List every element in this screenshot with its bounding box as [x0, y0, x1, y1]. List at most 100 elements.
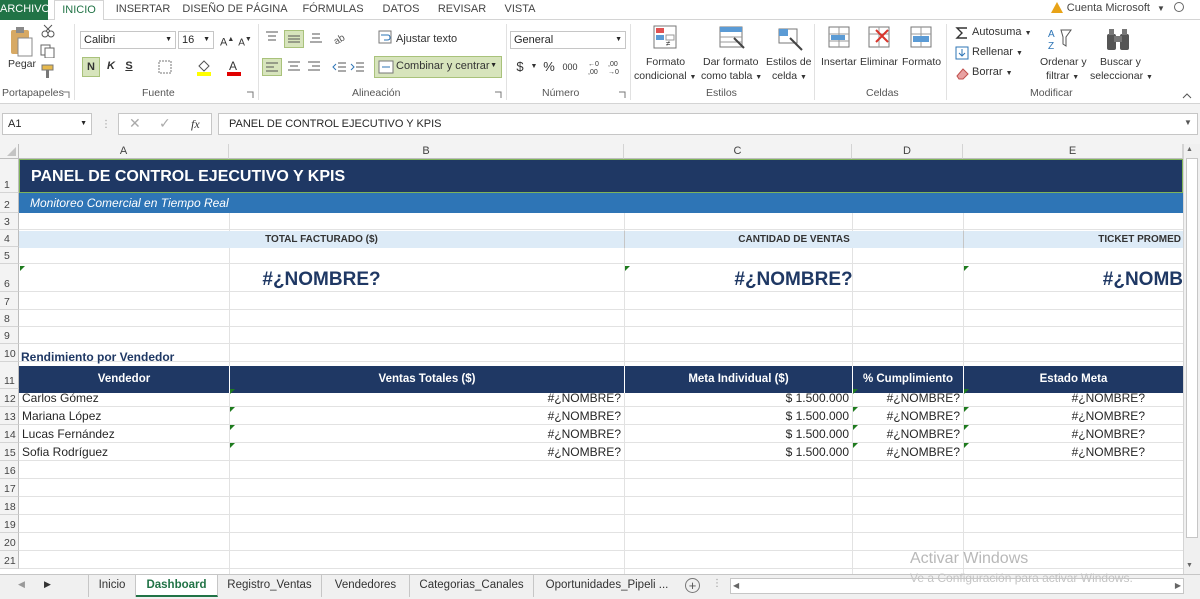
column-header-c[interactable]: C — [624, 144, 852, 159]
sort-filter-icon[interactable]: AZ — [1046, 26, 1074, 57]
table-cell-cumplimiento[interactable]: #¿NOMBRE? — [852, 407, 963, 425]
table-cell-ventas[interactable]: #¿NOMBRE? — [229, 425, 624, 443]
increase-decimal-icon[interactable]: ←0,00 — [588, 58, 604, 79]
tab-vista[interactable]: VISTA — [498, 0, 542, 20]
sheet-prev-icon[interactable]: ◀ — [18, 579, 25, 590]
row-header[interactable]: 9 — [0, 327, 19, 344]
delete-cells-button[interactable]: Eliminar — [860, 56, 898, 68]
clear-button[interactable]: Borrar ▼ — [972, 66, 1013, 78]
table-cell-cumplimiento[interactable]: #¿NOMBRE? — [852, 389, 963, 407]
expand-formula-icon[interactable]: ▼ — [1184, 118, 1192, 127]
orientation-icon[interactable]: ab — [332, 30, 354, 47]
insert-cells-button[interactable]: Insertar — [821, 56, 857, 68]
vertical-scrollbar[interactable]: ▲ ▼ — [1183, 144, 1200, 574]
sheet-title[interactable]: PANEL DE CONTROL EJECUTIVO Y KPIS — [19, 159, 1183, 193]
row-header[interactable]: 4 — [0, 230, 19, 247]
row-header[interactable]: 5 — [0, 247, 19, 264]
copy-icon[interactable] — [40, 44, 56, 61]
insert-function-icon[interactable]: fx — [191, 117, 200, 132]
table-cell-meta[interactable]: $ 1.500.000 — [624, 407, 852, 425]
tab-insertar[interactable]: INSERTAR — [112, 0, 174, 20]
sheet-subtitle[interactable]: Monitoreo Comercial en Tiempo Real — [19, 193, 1183, 213]
row-header[interactable]: 19 — [0, 515, 19, 533]
column-header-d[interactable]: D — [852, 144, 963, 159]
kpi-label-total[interactable]: TOTAL FACTURADO ($) — [19, 231, 624, 248]
tab-formulas[interactable]: FÓRMULAS — [298, 0, 368, 20]
font-color-icon[interactable]: A — [226, 58, 242, 79]
collapse-ribbon-icon[interactable] — [1182, 90, 1192, 102]
kpi-value-total[interactable]: #¿NOMBRE? — [19, 266, 624, 294]
percent-button[interactable]: % — [543, 58, 555, 76]
column-header-b[interactable]: B — [229, 144, 624, 159]
dialog-launcher-icon[interactable] — [618, 90, 626, 102]
table-cell-ventas[interactable]: #¿NOMBRE? — [229, 407, 624, 425]
format-painter-icon[interactable] — [40, 64, 56, 81]
decrease-font-size-button[interactable]: A▼ — [238, 31, 252, 52]
fill-color-icon[interactable] — [196, 58, 212, 79]
kpi-label-count[interactable]: CANTIDAD DE VENTAS — [624, 231, 963, 248]
sheet-tab-dashboard[interactable]: Dashboard — [136, 575, 218, 597]
align-center-icon[interactable] — [286, 60, 302, 77]
currency-button[interactable]: $ — [514, 58, 526, 76]
autosum-icon[interactable] — [955, 26, 969, 43]
wrap-text-button[interactable]: Ajustar texto — [396, 33, 457, 45]
clear-icon[interactable] — [955, 66, 969, 83]
format-cells-icon[interactable] — [908, 24, 936, 55]
increase-font-size-button[interactable]: A▲ — [220, 31, 234, 52]
sheet-tab-oportunidades[interactable]: Oportunidades_Pipeli ... — [534, 575, 680, 597]
table-cell-meta[interactable]: $ 1.500.000 — [624, 425, 852, 443]
cut-icon[interactable] — [40, 24, 56, 41]
table-cell-ventas[interactable]: #¿NOMBRE? — [229, 389, 624, 407]
scroll-thumb[interactable] — [1186, 158, 1198, 538]
row-header[interactable]: 6 — [0, 264, 19, 292]
binoculars-icon[interactable] — [1104, 26, 1132, 57]
paste-icon[interactable] — [8, 26, 34, 58]
font-name-select[interactable]: Calibri ▼ — [80, 31, 176, 49]
font-size-select[interactable]: 16 ▼ — [178, 31, 214, 49]
table-cell-vendedor[interactable]: Lucas Fernández — [19, 425, 229, 443]
table-cell-ventas[interactable]: #¿NOMBRE? — [229, 443, 624, 461]
paste-button[interactable]: Pegar — [8, 58, 36, 70]
tab-inicio[interactable]: INICIO — [54, 0, 104, 21]
drag-handle-icon[interactable]: ⋮ — [101, 119, 111, 130]
align-top-icon[interactable] — [264, 30, 280, 47]
decrease-decimal-icon[interactable]: ,00 →0 — [608, 58, 624, 79]
format-cells-button[interactable]: Formato — [902, 56, 941, 68]
section-title[interactable]: Rendimiento por Vendedor — [21, 348, 321, 366]
align-right-icon[interactable] — [306, 60, 322, 77]
sheet-tab-inicio[interactable]: Inicio — [88, 575, 136, 597]
cell-styles-icon[interactable] — [776, 24, 804, 55]
dialog-launcher-icon[interactable] — [246, 90, 254, 102]
merge-center-button[interactable]: Combinar y centrar ▼ — [374, 56, 502, 78]
column-header-e[interactable]: E — [963, 144, 1183, 159]
fill-icon[interactable] — [955, 46, 969, 63]
dialog-launcher-icon[interactable] — [494, 90, 502, 102]
row-header[interactable]: 12 — [0, 389, 19, 407]
row-header[interactable]: 16 — [0, 461, 19, 479]
tab-revisar[interactable]: REVISAR — [434, 0, 490, 20]
wrap-text-icon[interactable] — [378, 30, 394, 47]
indent-increase-icon[interactable] — [350, 60, 366, 77]
row-header[interactable]: 20 — [0, 533, 19, 551]
sort-filter-button[interactable]: Ordenar y — [1040, 56, 1087, 68]
format-as-table-icon[interactable] — [718, 24, 746, 55]
row-header[interactable]: 15 — [0, 443, 19, 461]
conditional-format-button[interactable]: Formato — [646, 56, 685, 68]
format-as-table-button[interactable]: Dar formato — [703, 56, 758, 68]
row-header[interactable]: 11 — [0, 362, 19, 389]
row-header[interactable]: 17 — [0, 479, 19, 497]
name-box[interactable]: A1 ▼ — [2, 113, 92, 135]
thousands-button[interactable]: 000 — [560, 58, 580, 76]
table-cell-estado[interactable]: #¿NOMBRE? — [963, 389, 1183, 407]
tab-archivo[interactable]: ARCHIVO — [0, 0, 50, 20]
align-left-icon[interactable] — [262, 58, 282, 76]
column-header-a[interactable]: A — [19, 144, 229, 159]
kpi-value-count[interactable]: #¿NOMBRE? — [624, 266, 963, 294]
kpi-value-ticket[interactable]: #¿NOMB — [963, 266, 1183, 294]
cancel-icon[interactable]: ✕ — [129, 115, 141, 132]
table-cell-vendedor[interactable]: Carlos Gómez — [19, 389, 229, 407]
drag-handle-icon[interactable]: ⋮ — [712, 578, 722, 589]
find-select-button[interactable]: Buscar y — [1100, 56, 1141, 68]
account-menu[interactable]: Cuenta Microsoft ▼ — [1050, 2, 1184, 14]
scroll-right-icon[interactable]: ▶ — [1175, 581, 1181, 590]
